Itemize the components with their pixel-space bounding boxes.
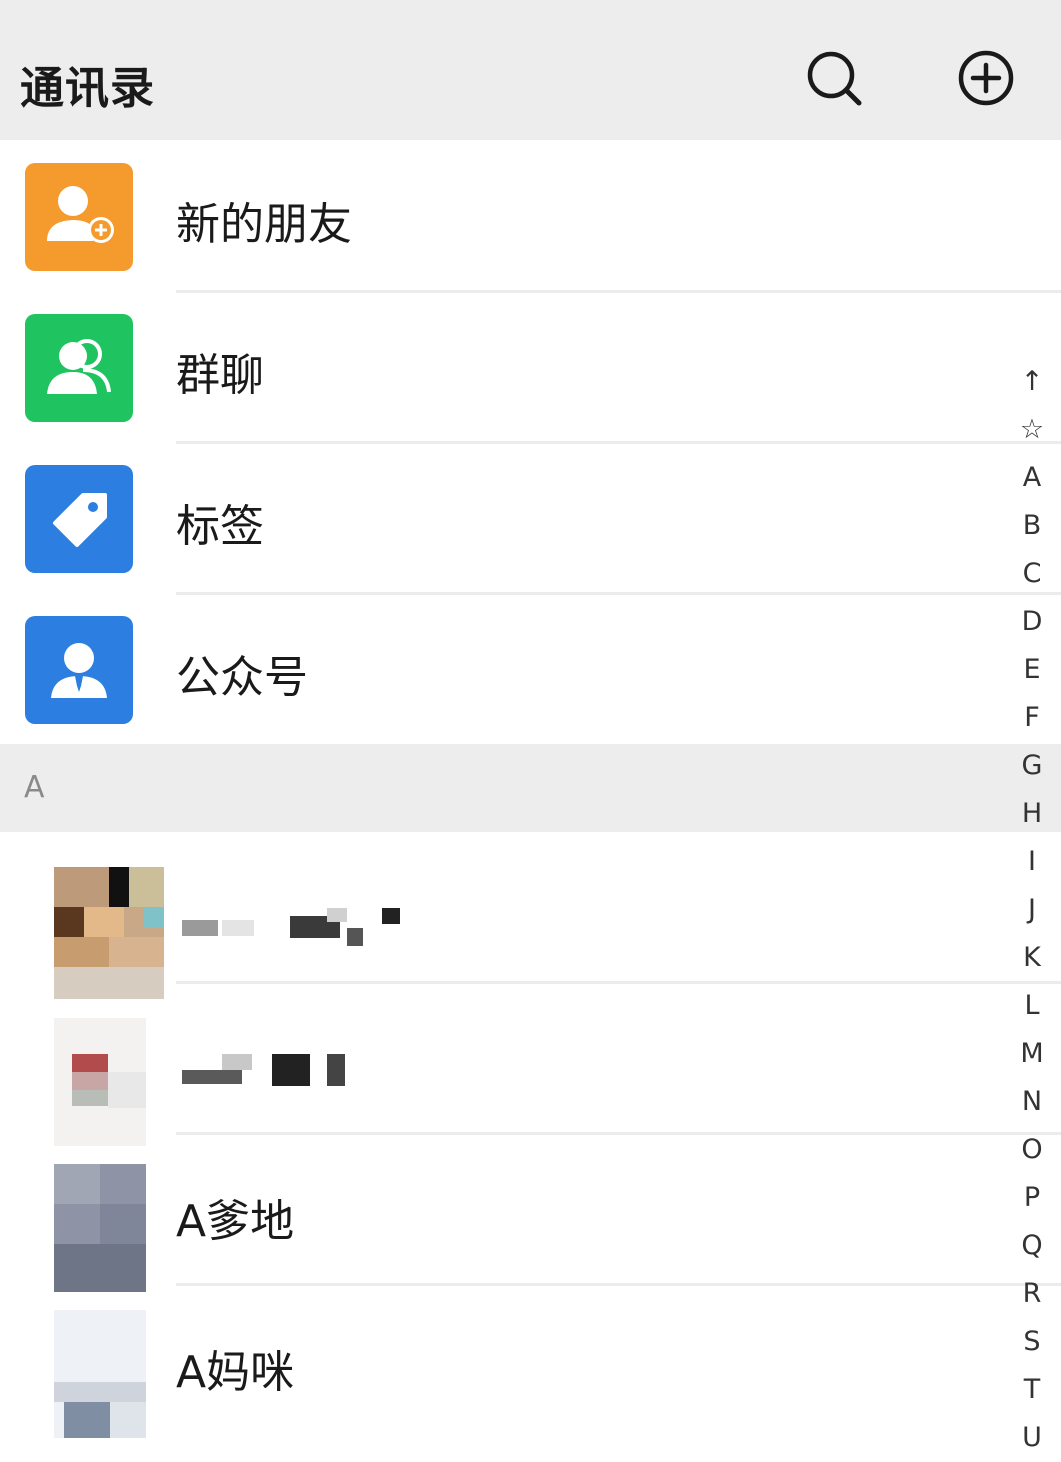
avatar	[54, 1310, 146, 1438]
index-letter[interactable]: M	[1012, 1030, 1052, 1078]
index-letter[interactable]: C	[1012, 550, 1052, 598]
contact-name: A妈咪	[176, 1347, 295, 1398]
index-letter[interactable]: A	[1012, 454, 1052, 502]
top-bar: 通讯录	[0, 0, 1061, 140]
index-letter[interactable]: G	[1012, 742, 1052, 790]
tag-icon	[25, 465, 133, 573]
search-icon[interactable]	[800, 44, 868, 112]
official-account-icon	[25, 616, 133, 724]
index-letter[interactable]: J	[1012, 886, 1052, 934]
index-letter[interactable]: N	[1012, 1078, 1052, 1126]
index-letter[interactable]: I	[1012, 838, 1052, 886]
index-letter[interactable]: ☆	[1012, 406, 1052, 454]
new-friends-item[interactable]: 新的朋友	[0, 142, 1061, 292]
add-circle-icon[interactable]	[952, 44, 1020, 112]
section-letter: A	[24, 770, 45, 805]
page-title: 通讯录	[20, 63, 155, 114]
index-letter[interactable]: T	[1012, 1366, 1052, 1414]
index-letter[interactable]: ↑	[1012, 358, 1052, 406]
index-letter[interactable]: L	[1012, 982, 1052, 1030]
tags-label: 标签	[176, 501, 264, 552]
official-accounts-label: 公众号	[176, 652, 308, 703]
contact-row[interactable]	[0, 984, 1000, 1146]
index-letter[interactable]: E	[1012, 646, 1052, 694]
tags-item[interactable]: 标签	[0, 444, 1061, 594]
group-chat-icon	[25, 314, 133, 422]
blurred-name	[182, 1054, 352, 1090]
index-letter[interactable]: F	[1012, 694, 1052, 742]
contact-row[interactable]	[0, 835, 1000, 999]
contact-row[interactable]: A妈咪	[0, 1286, 1000, 1438]
index-letter[interactable]: B	[1012, 502, 1052, 550]
contact-name: A爹地	[176, 1196, 295, 1247]
contact-row[interactable]: A爹地	[0, 1135, 1000, 1292]
new-friends-label: 新的朋友	[176, 199, 352, 250]
index-letter[interactable]: P	[1012, 1174, 1052, 1222]
avatar	[54, 1018, 146, 1146]
index-letter[interactable]: D	[1012, 598, 1052, 646]
avatar	[54, 1164, 146, 1292]
group-chat-label: 群聊	[176, 350, 264, 401]
index-letter[interactable]: H	[1012, 790, 1052, 838]
index-letter[interactable]: R	[1012, 1270, 1052, 1318]
official-accounts-item[interactable]: 公众号	[0, 595, 1061, 745]
blurred-name	[182, 908, 402, 948]
add-friend-icon	[25, 163, 133, 271]
index-letter[interactable]: Q	[1012, 1222, 1052, 1270]
index-letter[interactable]: S	[1012, 1318, 1052, 1366]
section-header-a: A	[0, 744, 1061, 832]
index-letter[interactable]: O	[1012, 1126, 1052, 1174]
group-chat-item[interactable]: 群聊	[0, 293, 1061, 443]
avatar	[54, 867, 164, 999]
index-letter[interactable]: K	[1012, 934, 1052, 982]
alphabet-index-bar[interactable]: ↑ ☆ A B C D E F G H I J K L M N O P Q R S T U	[1012, 358, 1052, 1462]
